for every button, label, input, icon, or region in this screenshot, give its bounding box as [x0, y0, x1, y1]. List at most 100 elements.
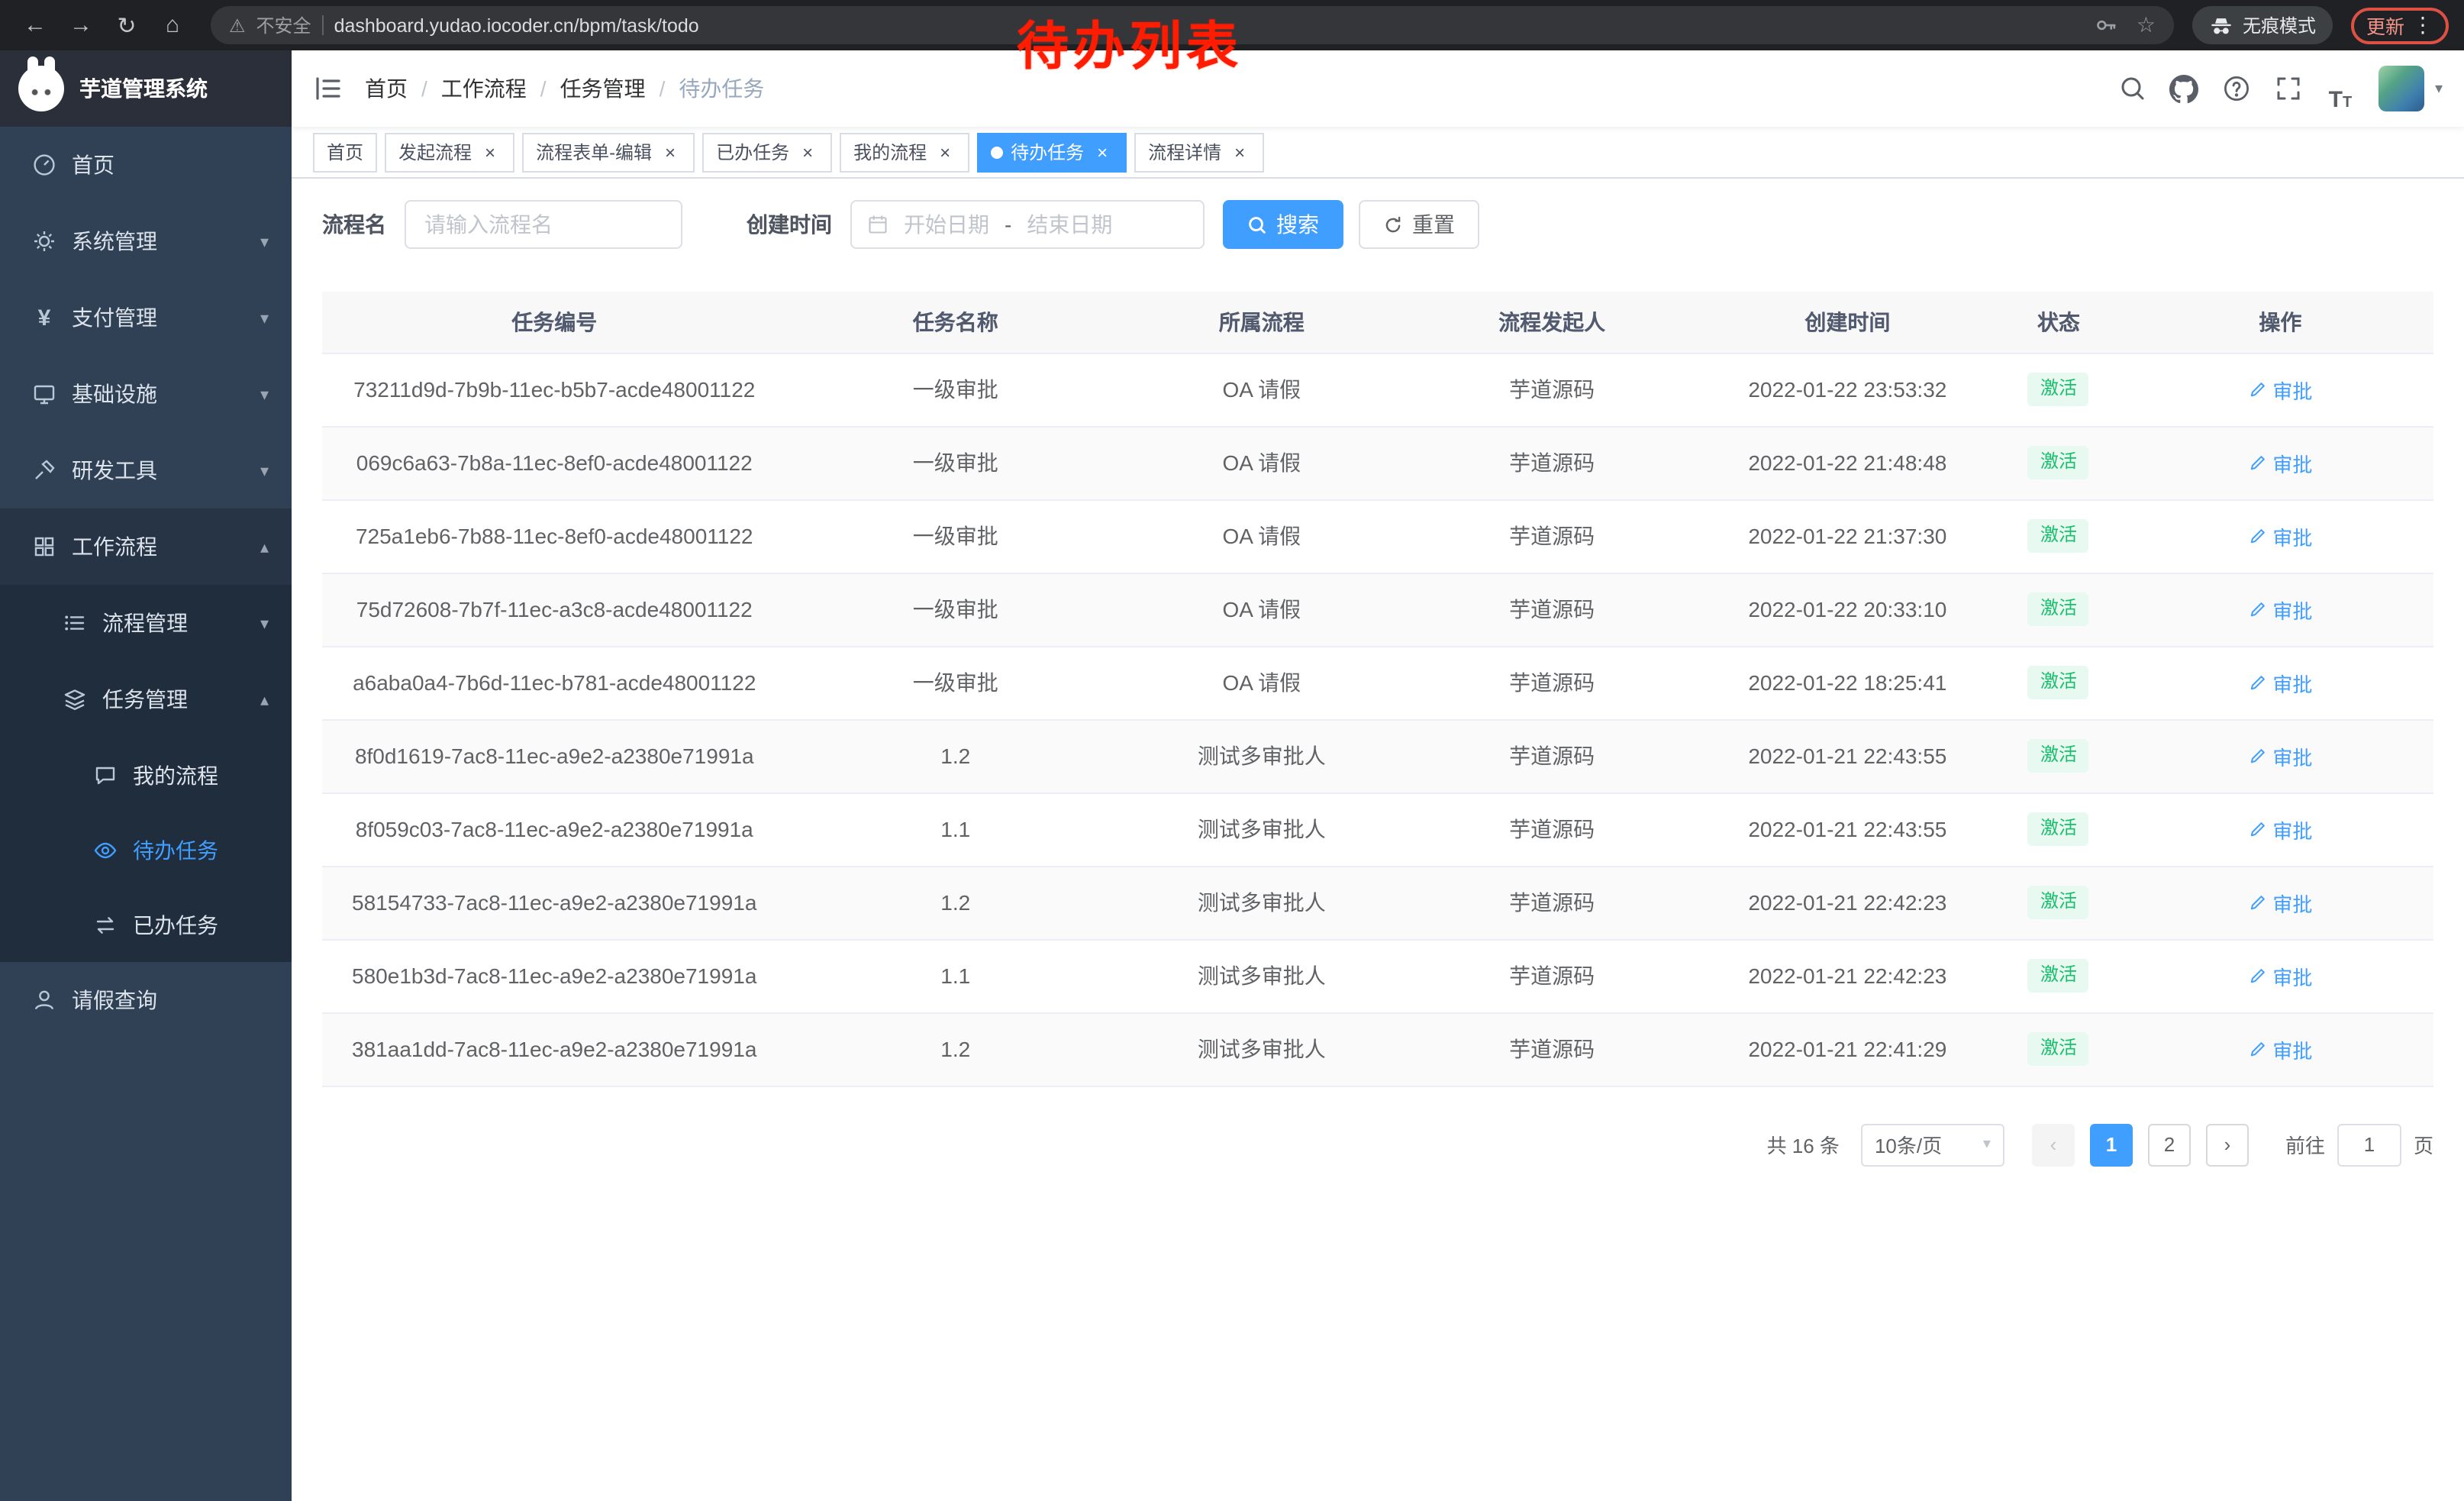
chrome-menu-icon[interactable]: ⋮: [2412, 12, 2433, 38]
update-button[interactable]: 更新 ⋮: [2351, 7, 2449, 44]
chat-icon: [87, 763, 124, 787]
table-row: 069c6a63-7b8a-11ec-8ef0-acde48001122 一级审…: [322, 426, 2433, 499]
close-icon[interactable]: ×: [660, 141, 681, 163]
sidebar-item-task-mgmt[interactable]: 任务管理 ▴: [0, 661, 292, 738]
caret-down-icon: ▾: [1983, 1136, 1991, 1153]
home-icon[interactable]: ⌂: [153, 5, 192, 45]
approve-button[interactable]: 审批: [2248, 448, 2312, 477]
app-title: 芋道管理系统: [79, 73, 208, 104]
starter-cell: 芋道源码: [1399, 792, 1705, 866]
page-size-select[interactable]: 10条/页 ▾: [1861, 1123, 2004, 1166]
search-icon[interactable]: [2110, 66, 2156, 111]
breadcrumb-item[interactable]: 任务管理: [560, 73, 646, 104]
sidebar-item-payment[interactable]: ¥ 支付管理 ▾: [0, 279, 292, 356]
avatar-caret-icon[interactable]: ▾: [2435, 80, 2443, 97]
approve-button[interactable]: 审批: [2248, 961, 2312, 990]
sidebar-item-done-task[interactable]: 已办任务: [0, 887, 292, 962]
process-cell: 测试多审批人: [1124, 866, 1399, 939]
approve-button[interactable]: 审批: [2248, 888, 2312, 917]
task-id-cell: 580e1b3d-7ac8-11ec-a9e2-a2380e71991a: [322, 939, 787, 1012]
incognito-icon: [2209, 13, 2233, 37]
view-tab[interactable]: 已办任务 ×: [702, 132, 832, 172]
close-icon[interactable]: ×: [1092, 141, 1113, 163]
task-id-cell: a6aba0a4-7b6d-11ec-b781-acde48001122: [322, 646, 787, 719]
close-icon[interactable]: ×: [797, 141, 818, 163]
approve-button[interactable]: 审批: [2248, 521, 2312, 550]
app-logo-bar: 芋道管理系统: [0, 50, 292, 127]
starter-cell: 芋道源码: [1399, 866, 1705, 939]
active-dot-icon: [991, 146, 1003, 158]
sidebar-item-infra[interactable]: 基础设施 ▾: [0, 356, 292, 432]
sidebar-item-workflow[interactable]: 工作流程 ▴: [0, 508, 292, 585]
approve-button[interactable]: 审批: [2248, 1035, 2312, 1064]
table-row: a6aba0a4-7b6d-11ec-b781-acde48001122 一级审…: [322, 646, 2433, 719]
task-name-cell: 一级审批: [787, 426, 1125, 499]
table-row: 73211d9d-7b9b-11ec-b5b7-acde48001122 一级审…: [322, 353, 2433, 426]
next-page-button[interactable]: ›: [2206, 1123, 2249, 1166]
view-tab[interactable]: 我的流程 ×: [840, 132, 969, 172]
approve-button[interactable]: 审批: [2248, 668, 2312, 697]
process-name-input[interactable]: [405, 200, 682, 249]
approve-button[interactable]: 审批: [2248, 595, 2312, 624]
status-badge: 激活: [2028, 373, 2089, 405]
page-button-1[interactable]: 1: [2090, 1123, 2133, 1166]
breadcrumb-item[interactable]: 首页: [365, 73, 408, 104]
tab-label: 流程表单-编辑: [536, 139, 652, 165]
view-tab[interactable]: 待办任务 ×: [977, 132, 1127, 172]
starter-cell: 芋道源码: [1399, 573, 1705, 646]
date-range-picker[interactable]: 开始日期 - 结束日期: [850, 200, 1205, 249]
reset-button[interactable]: 重置: [1359, 200, 1479, 249]
task-id-cell: 069c6a63-7b8a-11ec-8ef0-acde48001122: [322, 426, 787, 499]
bookmark-star-icon[interactable]: ☆: [2137, 12, 2156, 38]
monitor-icon: [26, 382, 63, 406]
view-tab[interactable]: 首页 ×: [313, 132, 377, 172]
font-size-icon[interactable]: TT: [2317, 66, 2363, 111]
prev-page-button[interactable]: ‹: [2032, 1123, 2075, 1166]
approve-button[interactable]: 审批: [2248, 815, 2312, 844]
page-button-2[interactable]: 2: [2148, 1123, 2191, 1166]
sidebar-item-todo-task[interactable]: 待办任务: [0, 812, 292, 887]
password-key-icon[interactable]: [2095, 14, 2118, 37]
omnibox-divider: [322, 15, 324, 35]
forward-icon[interactable]: →: [61, 5, 101, 45]
tab-label: 我的流程: [853, 139, 927, 165]
sidebar-item-home[interactable]: 首页: [0, 127, 292, 203]
sidebar-item-my-process[interactable]: 我的流程: [0, 738, 292, 812]
task-name-cell: 一级审批: [787, 499, 1125, 573]
tab-label: 首页: [327, 139, 363, 165]
fullscreen-icon[interactable]: [2266, 66, 2311, 111]
view-tab[interactable]: 流程表单-编辑 ×: [522, 132, 695, 172]
back-icon[interactable]: ←: [15, 5, 55, 45]
tabs-bar: 首页 × 发起流程 × 流程表单-编辑 ×: [292, 127, 2464, 179]
avatar[interactable]: [2379, 66, 2424, 111]
process-cell: OA 请假: [1124, 353, 1399, 426]
github-icon[interactable]: [2162, 66, 2208, 111]
breadcrumb-item[interactable]: 工作流程: [441, 73, 527, 104]
sidebar-item-leave-query[interactable]: 请假查询: [0, 962, 292, 1038]
chevron-down-icon: ▾: [260, 460, 269, 480]
sidebar-item-devtools[interactable]: 研发工具 ▾: [0, 432, 292, 508]
sidebar-collapse-icon[interactable]: [313, 73, 343, 104]
jump-page-input[interactable]: [2337, 1123, 2401, 1166]
status-badge: 激活: [2028, 519, 2089, 552]
approve-button[interactable]: 审批: [2248, 375, 2312, 404]
starter-cell: 芋道源码: [1399, 353, 1705, 426]
view-tab[interactable]: 发起流程 ×: [385, 132, 514, 172]
task-id-cell: 75d72608-7b7f-11ec-a3c8-acde48001122: [322, 573, 787, 646]
task-name-cell: 一级审批: [787, 353, 1125, 426]
search-button[interactable]: 搜索: [1223, 200, 1343, 249]
task-id-cell: 73211d9d-7b9b-11ec-b5b7-acde48001122: [322, 353, 787, 426]
create-time-cell: 2022-01-21 22:42:23: [1705, 939, 1990, 1012]
eye-icon: [87, 838, 124, 862]
close-icon[interactable]: ×: [934, 141, 956, 163]
sidebar-item-process-mgmt[interactable]: 流程管理 ▾: [0, 585, 292, 661]
sidebar-item-system[interactable]: 系统管理 ▾: [0, 203, 292, 279]
pagination: 共 16 条 10条/页 ▾ ‹ 1 2 › 前往 页: [322, 1123, 2433, 1166]
close-icon[interactable]: ×: [479, 141, 501, 163]
table-row: 381aa1dd-7ac8-11ec-a9e2-a2380e71991a 1.2…: [322, 1012, 2433, 1086]
refresh-icon[interactable]: ↻: [107, 5, 147, 45]
approve-button[interactable]: 审批: [2248, 741, 2312, 770]
help-icon[interactable]: [2214, 66, 2259, 111]
view-tab[interactable]: 流程详情 ×: [1134, 132, 1264, 172]
close-icon[interactable]: ×: [1229, 141, 1250, 163]
